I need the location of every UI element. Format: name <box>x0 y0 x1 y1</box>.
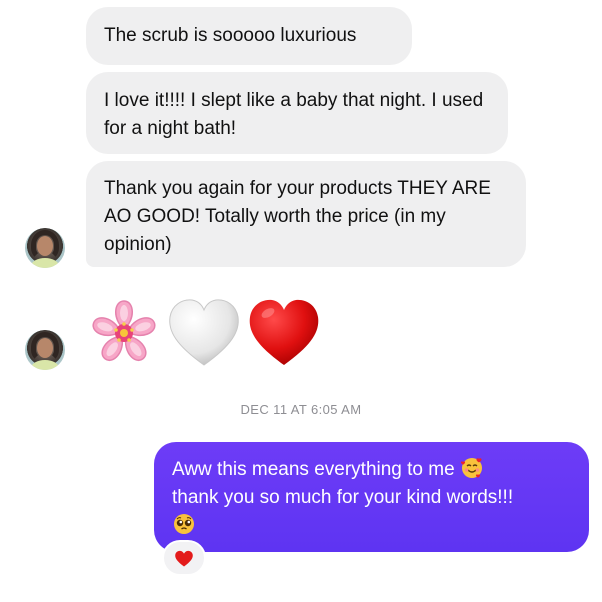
outgoing-message[interactable]: Aww this means everything to me thank yo… <box>154 442 589 552</box>
message-timestamp: DEC 11 AT 6:05 AM <box>240 402 362 417</box>
red-heart-icon <box>175 550 193 567</box>
message-text-line2: thank you so much for your kind words!!! <box>172 487 514 508</box>
message-text-line1: Aww this means everything to me <box>172 459 455 480</box>
pleading-face-icon <box>174 514 194 534</box>
red-heart-icon <box>249 299 319 365</box>
sender-avatar[interactable] <box>25 228 65 268</box>
smiling-face-with-hearts-icon <box>460 458 482 478</box>
message-text: Thank you again for your products THEY A… <box>104 178 491 255</box>
incoming-message[interactable]: Thank you again for your products THEY A… <box>86 161 526 267</box>
message-text: I love it!!!! I slept like a baby that n… <box>104 90 484 139</box>
sender-avatar[interactable] <box>25 330 65 370</box>
incoming-message[interactable]: I love it!!!! I slept like a baby that n… <box>86 72 508 154</box>
white-heart-icon <box>169 299 239 366</box>
incoming-message[interactable]: The scrub is sooooo luxurious <box>86 7 412 65</box>
cherry-blossom-icon <box>92 300 156 361</box>
emoji-message[interactable] <box>86 295 326 371</box>
message-reaction[interactable] <box>162 540 206 576</box>
message-text: The scrub is sooooo luxurious <box>104 25 357 46</box>
